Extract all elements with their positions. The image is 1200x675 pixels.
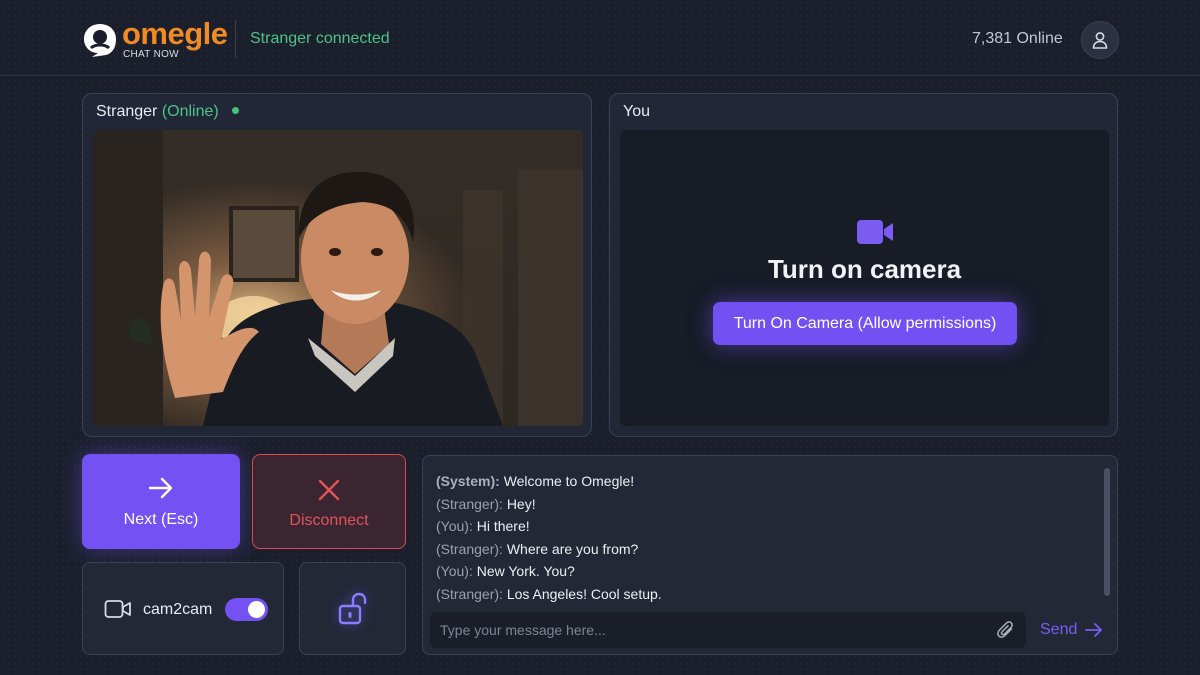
arrow-right-icon (148, 477, 173, 499)
arrow-right-icon (1085, 623, 1103, 637)
message-sender: (You): (436, 518, 473, 535)
stranger-label: Stranger (96, 103, 158, 120)
message-text: Welcome to Omegle! (503, 473, 635, 489)
video-camera-icon (104, 600, 131, 618)
disconnect-button[interactable]: Disconnect (252, 454, 406, 549)
chat-message: (System): Welcome to Omegle! (436, 470, 1096, 493)
cam2cam-toggle[interactable] (225, 598, 268, 621)
send-button[interactable]: Send (1040, 621, 1103, 639)
stranger-online-status: (Online) (161, 103, 219, 120)
message-sender: (You): (436, 563, 473, 580)
you-panel: You Turn on camera Turn On Camera (Allow… (609, 93, 1118, 437)
message-text: Where are you from? (506, 540, 639, 557)
message-text: Hey! (506, 495, 536, 512)
chat-message: (Stranger): Hey! (436, 493, 1096, 516)
chat-scrollbar[interactable] (1104, 468, 1110, 596)
online-count: 7,381 Online (972, 30, 1063, 47)
message-input-container (430, 612, 1026, 648)
camera-heading: Turn on camera (767, 254, 962, 284)
message-input[interactable] (440, 612, 990, 648)
cam2cam-label: cam2cam (143, 601, 213, 618)
message-sender: (Stranger): (436, 495, 503, 512)
self-video-placeholder: Turn on camera Turn On Camera (Allow per… (620, 130, 1109, 426)
profile-button[interactable] (1081, 21, 1119, 59)
message-text: Hi there! (476, 518, 530, 535)
omegle-logo-icon (84, 24, 116, 57)
stranger-video-image (93, 130, 583, 426)
chat-panel: (System): Welcome to Omegle! (Stranger):… (422, 455, 1118, 655)
logo-wordmark: omegle (122, 16, 228, 51)
message-text: Los Angeles! Cool setup. (506, 585, 662, 602)
chat-messages: (System): Welcome to Omegle! (Stranger):… (436, 470, 1096, 606)
online-indicator-dot (232, 107, 240, 114)
you-panel-title: You (623, 103, 650, 120)
toggle-knob (248, 601, 265, 618)
omegle-logo[interactable]: omegle CHAT NOW (82, 18, 228, 62)
chat-message: (Stranger): Where are you from? (436, 538, 1096, 561)
stranger-panel: Stranger (Online) (82, 93, 592, 437)
turn-on-camera-button[interactable]: Turn On Camera (Allow permissions) (713, 302, 1017, 345)
paperclip-icon[interactable] (996, 620, 1016, 640)
chat-message: (Stranger): Los Angeles! Cool setup. (436, 583, 1096, 606)
message-sender: (Stranger): (436, 585, 503, 602)
next-button-label: Next (Esc) (123, 511, 199, 528)
message-sender: (System): (436, 473, 500, 489)
header: omegle CHAT NOW Stranger connected 7,381… (0, 0, 1200, 76)
disconnect-button-label: Disconnect (289, 512, 369, 529)
send-button-label: Send (1040, 621, 1078, 638)
header-divider (235, 20, 236, 58)
close-icon (318, 479, 340, 501)
stranger-panel-title: Stranger (Online) (96, 103, 240, 121)
logo-tagline: CHAT NOW (123, 49, 179, 60)
message-sender: (Stranger): (436, 540, 503, 557)
lock-button[interactable] (299, 562, 406, 655)
connection-status: Stranger connected (250, 30, 390, 47)
next-button[interactable]: Next (Esc) (82, 454, 240, 549)
user-icon (1092, 32, 1108, 49)
stranger-video-feed (93, 130, 583, 426)
message-text: New York. You? (476, 563, 575, 580)
chat-message: (You): New York. You? (436, 560, 1096, 583)
chat-message: (You): Hi there! (436, 515, 1096, 538)
unlock-icon (338, 592, 367, 625)
cam2cam-control: cam2cam (82, 562, 284, 655)
video-camera-icon (857, 220, 893, 244)
